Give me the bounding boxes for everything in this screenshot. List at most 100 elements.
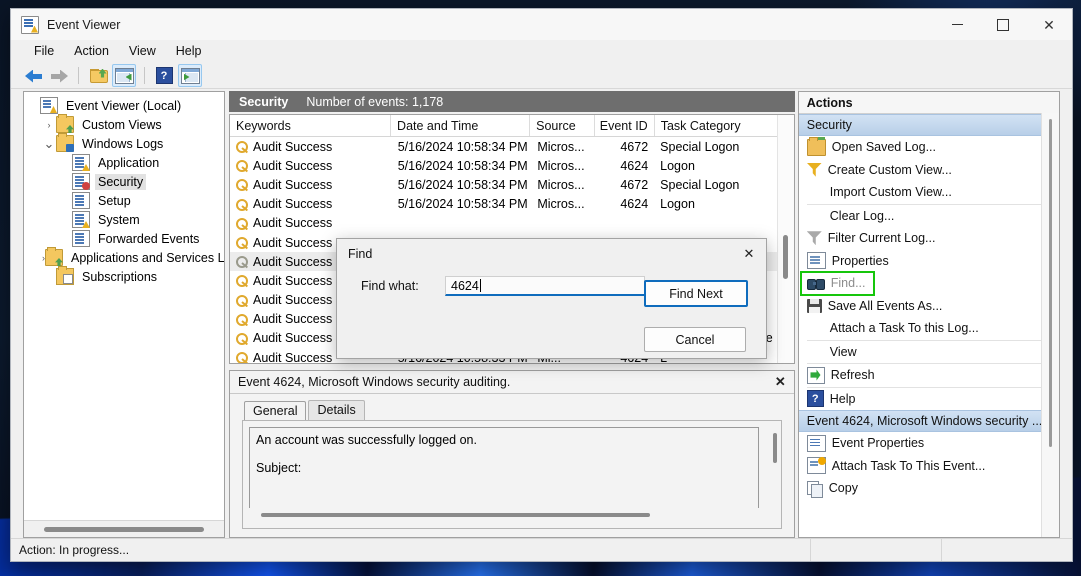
cell-date-time: 5/16/2024 10:58:34 PM [397,158,528,173]
tab-general[interactable]: General [244,401,307,421]
actions-scroll-thumb[interactable] [1049,119,1052,447]
column-header-date-and-time[interactable]: Date and Time [391,115,531,136]
keywords-text: Audit Success [253,158,333,173]
tree-item-subscriptions[interactable]: Subscriptions [26,266,224,286]
log-icon [72,230,90,247]
audit-success-key-icon [236,198,249,211]
cell-date-time: 5/16/2024 10:58:34 PM [397,177,528,192]
action-item-import-custom-view[interactable]: Import Custom View... [799,181,1059,204]
action-item-label: Attach Task To This Event... [831,458,986,473]
event-detail-close-icon[interactable]: ✕ [775,374,786,390]
tree-item-setup[interactable]: Setup [26,191,224,210]
back-button[interactable] [23,65,45,86]
action-item-copy[interactable]: Copy▶ [799,477,1059,500]
tree-item-forwarded-events[interactable]: Forwarded Events [26,229,224,248]
menu-action[interactable]: Action [65,42,118,60]
find-what-value: 4624 [451,278,479,293]
action-item-attach-task-to-this-event[interactable]: Attach Task To This Event... [799,455,1059,478]
status-text: Action: In progress... [19,543,130,557]
tree-item-security[interactable]: Security [26,172,224,191]
action-item-clear-log[interactable]: Clear Log... [799,205,1059,228]
tree-horizontal-scrollbar[interactable] [24,520,224,537]
table-row[interactable]: Audit Success 5/16/2024 10:58:34 PM Micros… [230,137,794,156]
action-item-find[interactable]: Find... [799,271,1059,296]
cancel-button[interactable]: Cancel [644,327,746,352]
action-item-event-properties[interactable]: Event Properties [799,432,1059,455]
column-header-event-id[interactable]: Event ID [595,115,655,136]
tree-item-system[interactable]: System [26,210,224,229]
table-row[interactable]: Audit Success [230,214,794,233]
tree-item-label: Security [95,173,147,190]
minimize-button[interactable] [934,9,980,40]
actions-group-header[interactable]: Security▲ [798,114,1059,136]
action-pane-icon [180,67,200,84]
show-hide-action-pane-button[interactable] [178,64,202,87]
action-item-properties[interactable]: Properties [799,250,1059,273]
action-item-attach-a-task-to-this-log[interactable]: Attach a Task To this Log... [799,317,1059,340]
tree-item-event-viewer-local[interactable]: Event Viewer (Local) [26,96,224,115]
find-dialog-close-icon[interactable]: ✕ [732,239,766,268]
action-item-label: Help [829,391,856,406]
chevron-down-icon[interactable]: ⌄ [42,136,56,152]
event-list-vertical-scrollbar[interactable] [776,115,794,363]
find-what-input[interactable]: 4624 [445,276,645,296]
help-button[interactable]: ? [153,65,175,86]
table-row[interactable]: Audit Success 5/16/2024 10:58:34 PM Micros… [230,156,794,175]
action-item-create-custom-view[interactable]: Create Custom View... [799,159,1059,182]
action-item-label: Copy [828,481,858,496]
action-item-help[interactable]: ?Help▶ [799,388,1059,411]
close-button[interactable]: ✕ [1026,9,1072,40]
event-detail-hscrollbar[interactable] [249,508,775,522]
event-detail-hscroll-thumb[interactable] [261,513,651,517]
cell-task-category: Logon [660,197,695,212]
tree-hscroll-thumb[interactable] [44,526,204,532]
action-item-label: Clear Log... [829,208,895,223]
status-divider-2 [941,539,942,561]
up-one-level-button[interactable] [87,65,109,86]
title-bar[interactable]: Event Viewer ✕ [11,9,1072,40]
action-item-refresh[interactable]: Refresh [799,364,1059,387]
cell-event-id: 4624 [620,158,649,173]
tree-item-application[interactable]: Application [26,153,224,172]
menu-file[interactable]: File [25,42,63,60]
menu-help[interactable]: Help [167,42,211,60]
find-dialog-title-bar[interactable]: Find ✕ [337,239,766,268]
tree-item-applications-and-services-lo[interactable]: › Applications and Services Lo [26,247,224,267]
find-dialog-buttons: Find Next Cancel [644,280,748,352]
keywords-text: Audit Success [253,235,333,250]
column-header-task-category[interactable]: Task Category [655,115,794,136]
properties-icon [806,252,826,270]
maximize-button[interactable] [980,9,1026,40]
action-item-filter-current-log[interactable]: Filter Current Log... [799,227,1059,250]
chevron-right-icon[interactable]: › [42,120,56,130]
actions-vertical-scrollbar[interactable] [1041,113,1059,537]
show-hide-console-tree-button[interactable] [112,64,136,87]
column-header-source[interactable]: Source [530,115,595,136]
cell-event-id: 4624 [620,197,649,212]
table-row[interactable]: Audit Success 5/16/2024 10:58:34 PM Micros… [230,175,794,194]
keywords-text: Audit Success [253,350,333,363]
cell-date-time: 5/16/2024 10:58:34 PM [397,139,528,154]
event-list-scroll-thumb[interactable] [782,235,788,279]
action-item-save-all-events-as[interactable]: Save All Events As... [799,295,1059,318]
table-row[interactable]: Audit Success 5/16/2024 10:58:34 PM Micros… [230,195,794,214]
audit-success-key-icon [236,313,249,327]
action-item-open-saved-log[interactable]: Open Saved Log... [799,136,1059,159]
keywords-text: Audit Success [253,139,333,154]
tab-details[interactable]: Details [308,400,365,420]
maximize-icon [997,18,1009,31]
event-detail-vscroll-thumb[interactable] [772,433,777,463]
cell-task-category: Logon [660,158,695,173]
icon-placeholder [807,344,824,359]
column-header-keywords[interactable]: Keywords [230,115,392,136]
action-item-view[interactable]: View▶ [799,341,1059,364]
find-next-button[interactable]: Find Next [644,280,748,307]
tree-item-custom-views[interactable]: › Custom Views [26,114,224,134]
refresh-icon [806,366,825,384]
actions-group-header[interactable]: Event 4624, Microsoft Windows security .… [798,410,1059,432]
tree-item-windows-logs[interactable]: ⌄ Windows Logs [26,133,224,153]
event-detail-title-bar: Event 4624, Microsoft Windows security a… [230,371,794,394]
cell-keywords: Audit Success [230,178,392,192]
forward-button[interactable] [48,65,70,86]
menu-view[interactable]: View [120,42,165,60]
